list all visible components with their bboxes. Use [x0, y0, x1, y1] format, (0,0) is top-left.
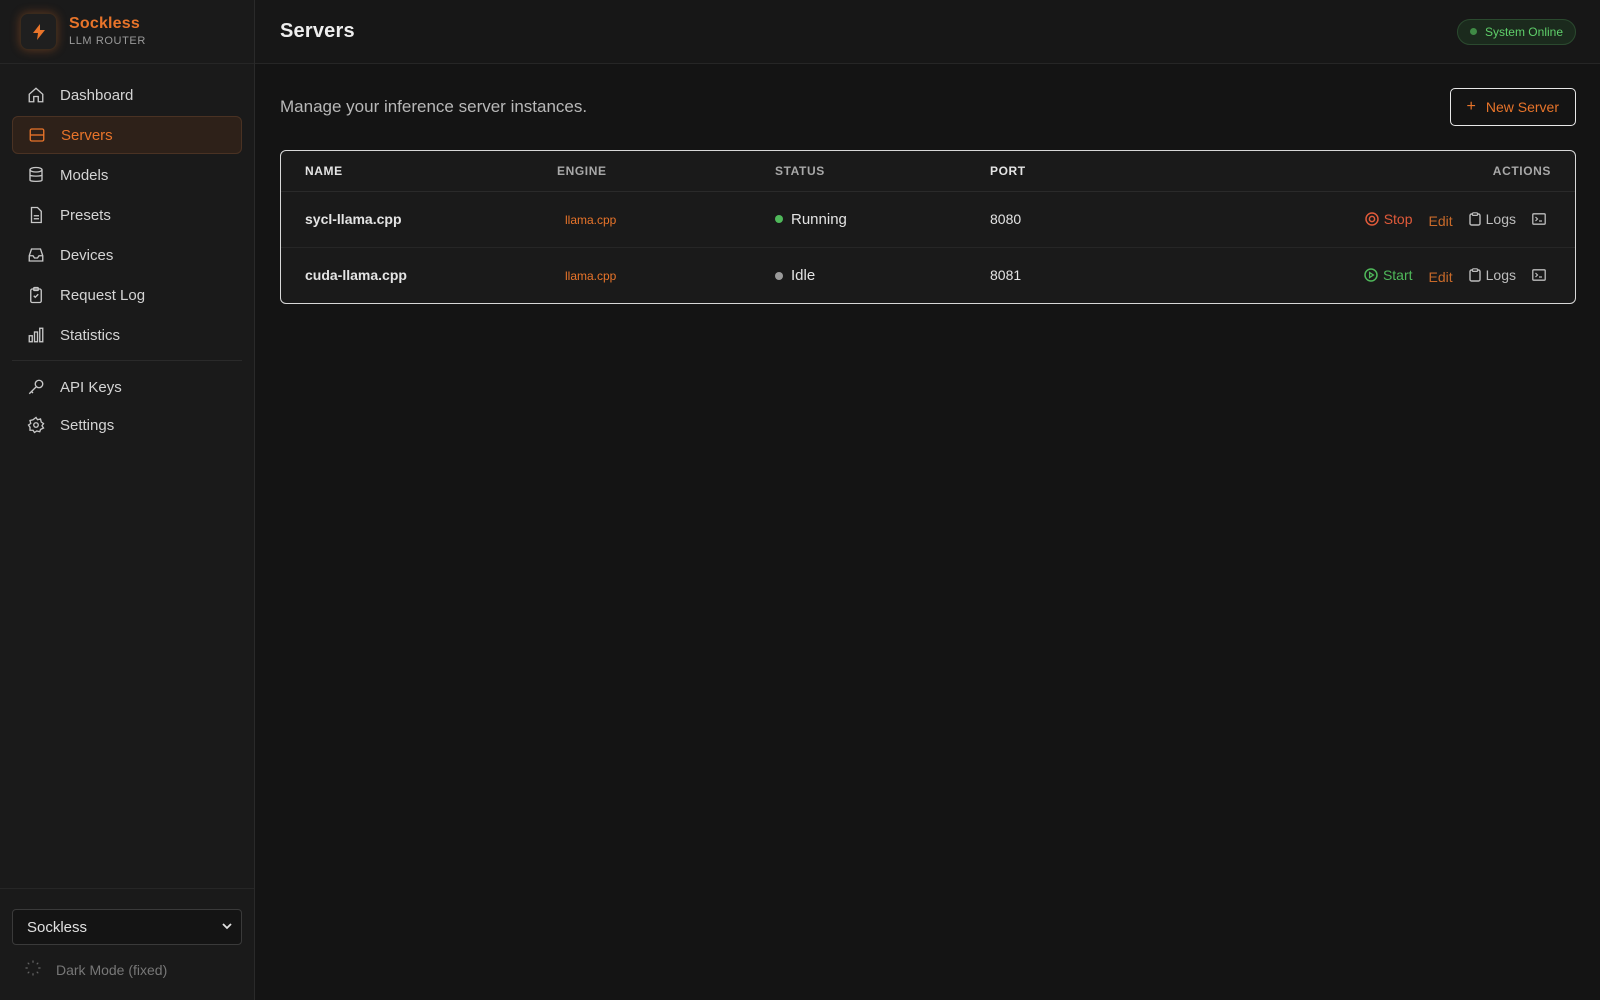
sidebar-item-label: Statistics: [60, 326, 121, 344]
sidebar-item-models[interactable]: Models: [12, 156, 242, 194]
brand-name: Sockless: [69, 15, 140, 32]
terminal-button[interactable]: [1532, 269, 1551, 282]
theme-select[interactable]: Sockless: [12, 909, 242, 945]
sidebar-item-label: Request Log: [60, 286, 146, 304]
status-label: Idle: [791, 267, 816, 284]
sidebar-item-label: Models: [60, 166, 109, 184]
column-header-status: STATUS: [775, 151, 990, 192]
loading-icon: [24, 959, 42, 980]
sidebar-item-dashboard[interactable]: Dashboard: [12, 76, 242, 114]
page-description: Manage your inference server instances.: [280, 97, 588, 116]
gear-icon: [26, 415, 46, 435]
sidebar-item-presets[interactable]: Presets: [12, 196, 242, 234]
plus-icon: +: [1466, 98, 1476, 115]
server-port: 8080: [990, 191, 1075, 248]
table-row: cuda-llama.cpp llama.cpp Idle 8081 Start…: [281, 247, 1575, 303]
status-label: Running: [791, 210, 847, 228]
sidebar-item-label: Dashboard: [60, 86, 134, 104]
clipboard-icon: [26, 285, 46, 305]
terminal-button[interactable]: [1532, 213, 1551, 225]
topbar: Servers System Online: [255, 0, 1600, 64]
engine-tag: llama.cpp: [565, 269, 617, 284]
sidebar-item-request-log[interactable]: Request Log: [12, 276, 242, 314]
sidebar-item-api-keys[interactable]: API Keys: [12, 369, 242, 405]
sidebar-item-label: Devices: [60, 246, 114, 264]
brand-subtitle: LLM ROUTER: [69, 35, 146, 47]
column-header-actions: ACTIONS: [1074, 151, 1575, 192]
status-badge: System Online: [1456, 18, 1576, 45]
start-label: Start: [1382, 267, 1413, 284]
nav-divider: [12, 360, 242, 361]
play-icon: [1364, 268, 1378, 282]
server-name: cuda-llama.cpp: [305, 267, 407, 284]
start-button[interactable]: Start: [1364, 267, 1413, 283]
new-server-label: New Server: [1485, 99, 1559, 115]
status-dot-icon: [1469, 28, 1477, 35]
main-content: Manage your inference server instances. …: [255, 64, 1600, 1000]
bar-chart-icon: [26, 325, 46, 345]
clipboard-icon: [1468, 268, 1481, 282]
server-name: sycl-llama.cpp: [281, 191, 557, 248]
servers-table: NAME ENGINE STATUS PORT ACTIONS sycl-lla…: [280, 150, 1576, 304]
sidebar-nav: Dashboard Servers Models Presets Devices: [0, 64, 254, 457]
sidebar-footer: Sockless Dark Mode (fixed): [0, 888, 254, 1000]
sidebar-item-servers[interactable]: Servers: [12, 116, 242, 154]
new-server-button[interactable]: + New Server: [1449, 88, 1576, 126]
status-indicator: Idle: [775, 267, 815, 284]
lightning-icon: [20, 13, 57, 50]
table-header-row: NAME ENGINE STATUS PORT ACTIONS: [281, 151, 1575, 192]
home-icon: [26, 85, 46, 105]
server-icon: [27, 125, 47, 145]
column-header-engine: ENGINE: [557, 151, 775, 192]
brand[interactable]: Sockless LLM ROUTER: [0, 0, 254, 64]
table-row: sycl-llama.cpp llama.cpp Running 8080 St…: [281, 191, 1575, 248]
stop-button[interactable]: Stop: [1364, 211, 1413, 227]
key-icon: [26, 377, 46, 397]
dark-mode-toggle[interactable]: Dark Mode (fixed): [12, 959, 242, 980]
sidebar-item-settings[interactable]: Settings: [12, 407, 242, 443]
sidebar-item-label: API Keys: [60, 378, 122, 396]
stop-icon: [1364, 212, 1379, 226]
engine-tag: llama.cpp: [565, 213, 617, 227]
chevron-down-icon: [221, 919, 233, 936]
logs-label: Logs: [1485, 211, 1516, 227]
sidebar-item-statistics[interactable]: Statistics: [12, 316, 242, 354]
page-title: Servers: [280, 20, 355, 42]
dark-mode-label: Dark Mode (fixed): [56, 961, 168, 978]
sidebar-item-label: Settings: [60, 416, 115, 434]
sidebar: Sockless LLM ROUTER Dashboard Servers Mo…: [0, 0, 255, 1000]
logs-button[interactable]: Logs: [1468, 211, 1516, 227]
terminal-icon: [1532, 213, 1546, 225]
terminal-icon: [1532, 269, 1546, 282]
edit-button[interactable]: Edit: [1429, 269, 1453, 285]
status-text: System Online: [1484, 24, 1563, 39]
logs-label: Logs: [1485, 267, 1516, 284]
file-icon: [26, 205, 46, 225]
sidebar-item-label: Presets: [60, 206, 111, 224]
sidebar-item-label: Servers: [61, 126, 113, 144]
database-icon: [26, 165, 46, 185]
status-indicator: Running: [775, 211, 847, 228]
clipboard-icon: [1468, 212, 1481, 226]
edit-button[interactable]: Edit: [1429, 213, 1453, 229]
stop-label: Stop: [1383, 211, 1413, 227]
intro-row: Manage your inference server instances. …: [280, 88, 1576, 126]
column-header-port: PORT: [990, 151, 1075, 192]
row-actions: Start Edit Logs: [1364, 265, 1551, 285]
inbox-icon: [26, 245, 46, 265]
status-dot-icon: [775, 215, 783, 224]
column-header-name: NAME: [281, 151, 557, 192]
status-dot-icon: [775, 271, 783, 280]
row-actions: Stop Edit Logs: [1364, 209, 1551, 229]
server-port: 8081: [990, 267, 1022, 284]
sidebar-item-devices[interactable]: Devices: [12, 236, 242, 274]
theme-select-value: Sockless: [27, 918, 88, 936]
logs-button[interactable]: Logs: [1468, 267, 1516, 284]
